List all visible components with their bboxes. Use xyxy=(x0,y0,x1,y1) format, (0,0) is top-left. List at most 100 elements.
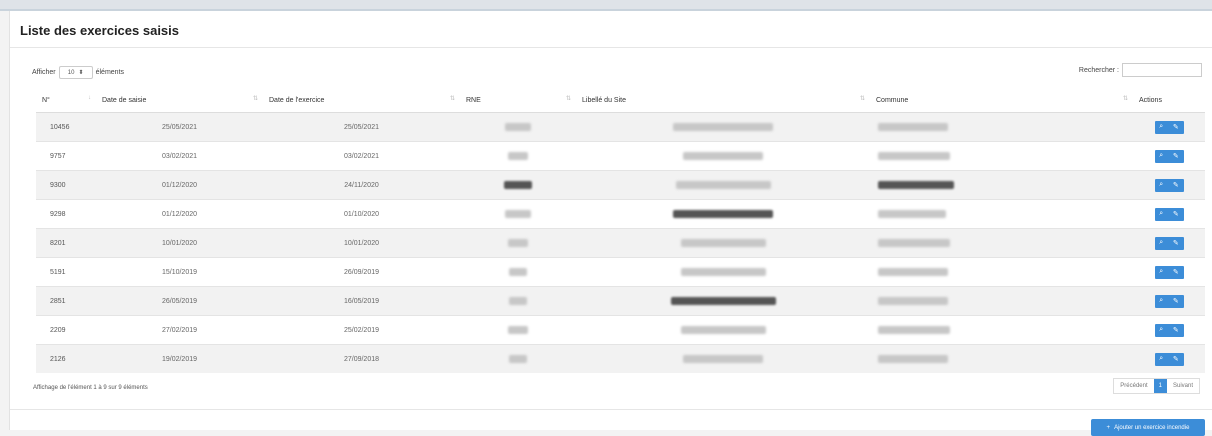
table-row: 8201 10/01/2020 10/01/2020 ⌕ ✎ xyxy=(36,228,1205,258)
cell-commune-redacted xyxy=(870,286,1133,316)
cell-site-redacted xyxy=(576,315,870,345)
cell-date-saisie: 26/05/2019 xyxy=(96,286,263,316)
edit-icon[interactable]: ✎ xyxy=(1173,239,1179,247)
add-exercise-button[interactable]: + Ajouter un exercice incendie xyxy=(1091,419,1205,436)
cell-actions: ⌕ ✎ xyxy=(1133,112,1205,142)
table-row: 10456 25/05/2021 25/05/2021 ⌕ ✎ xyxy=(36,112,1205,142)
search-input[interactable] xyxy=(1122,63,1202,77)
prev-page-button[interactable]: Précédent xyxy=(1114,379,1153,393)
footer-divider xyxy=(10,409,1212,410)
cell-rne-redacted xyxy=(460,228,576,258)
search-icon[interactable]: ⌕ xyxy=(1159,152,1163,160)
edit-icon[interactable]: ✎ xyxy=(1173,181,1179,189)
cell-commune-redacted xyxy=(870,170,1133,200)
cell-date-exercice: 26/09/2019 xyxy=(263,257,460,287)
cell-actions: ⌕ ✎ xyxy=(1133,315,1205,345)
cell-date-saisie: 27/02/2019 xyxy=(96,315,263,345)
table-row: 9757 03/02/2021 03/02/2021 ⌕ ✎ xyxy=(36,141,1205,171)
edit-icon[interactable]: ✎ xyxy=(1173,355,1179,363)
length-label-before: Afficher xyxy=(32,69,56,76)
col-header-date-saisie[interactable]: Date de saisie ⇅ xyxy=(96,88,263,113)
cell-actions: ⌕ ✎ xyxy=(1133,286,1205,316)
cell-rne-redacted xyxy=(460,199,576,229)
search-icon[interactable]: ⌕ xyxy=(1159,297,1163,305)
cell-date-exercice: 25/02/2019 xyxy=(263,315,460,345)
exercises-table: N° ↓ Date de saisie ⇅ Date de l'exercice ⇅ … xyxy=(36,88,1205,373)
cell-date-saisie: 25/05/2021 xyxy=(96,112,263,142)
cell-site-redacted xyxy=(576,344,870,373)
col-header-date-exercice[interactable]: Date de l'exercice ⇅ xyxy=(263,88,460,113)
cell-rne-redacted xyxy=(460,112,576,142)
cell-num: 2209 xyxy=(36,315,96,345)
cell-date-exercice: 27/09/2018 xyxy=(263,344,460,373)
cell-commune-redacted xyxy=(870,228,1133,258)
cell-num: 9300 xyxy=(36,170,96,200)
col-header-commune[interactable]: Commune ⇅ xyxy=(870,88,1133,113)
col-header-rne[interactable]: RNE ⇅ xyxy=(460,88,576,113)
page-length-value: 10 xyxy=(67,69,75,76)
edit-icon[interactable]: ✎ xyxy=(1173,326,1179,334)
sort-asc-icon: ↓ xyxy=(88,95,91,101)
cell-date-exercice: 24/11/2020 xyxy=(263,170,460,200)
cell-num: 5191 xyxy=(36,257,96,287)
search-icon[interactable]: ⌕ xyxy=(1159,355,1163,363)
page-1-button[interactable]: 1 xyxy=(1153,379,1167,393)
search-icon[interactable]: ⌕ xyxy=(1159,268,1163,276)
cell-rne-redacted xyxy=(460,170,576,200)
cell-date-exercice: 10/01/2020 xyxy=(263,228,460,258)
cell-site-redacted xyxy=(576,257,870,287)
table-info: Affichage de l'élément 1 à 9 sur 9 éléme… xyxy=(33,385,148,391)
sort-icon: ⇅ xyxy=(1122,96,1128,102)
cell-date-exercice: 01/10/2020 xyxy=(263,199,460,229)
edit-icon[interactable]: ✎ xyxy=(1173,297,1179,305)
cell-site-redacted xyxy=(576,141,870,171)
cell-commune-redacted xyxy=(870,112,1133,142)
search-icon[interactable]: ⌕ xyxy=(1159,239,1163,247)
cell-date-saisie: 01/12/2020 xyxy=(96,199,263,229)
col-header-num[interactable]: N° ↓ xyxy=(36,88,96,113)
search-icon[interactable]: ⌕ xyxy=(1159,210,1163,218)
page-length-select[interactable]: 10 ⬍ xyxy=(58,66,93,79)
col-header-actions: Actions xyxy=(1133,88,1205,113)
cell-num: 9298 xyxy=(36,199,96,229)
length-label-after: éléments xyxy=(95,69,125,76)
table-row: 2851 26/05/2019 16/05/2019 ⌕ ✎ xyxy=(36,286,1205,316)
cell-date-exercice: 16/05/2019 xyxy=(263,286,460,316)
table-header-row: N° ↓ Date de saisie ⇅ Date de l'exercice ⇅ … xyxy=(36,88,1205,113)
search-icon[interactable]: ⌕ xyxy=(1159,123,1163,131)
search-icon[interactable]: ⌕ xyxy=(1159,326,1163,334)
pagination: Précédent 1 Suivant xyxy=(1113,378,1200,394)
search-icon[interactable]: ⌕ xyxy=(1159,181,1163,189)
col-header-libelle-site[interactable]: Libellé du Site ⇅ xyxy=(576,88,870,113)
edit-icon[interactable]: ✎ xyxy=(1173,152,1179,160)
panel-title: Liste des exercices saisis xyxy=(20,23,180,38)
cell-rne-redacted xyxy=(460,286,576,316)
table-row: 5191 15/10/2019 26/09/2019 ⌕ ✎ xyxy=(36,257,1205,287)
sort-icon: ⇅ xyxy=(859,96,865,102)
cell-num: 2851 xyxy=(36,286,96,316)
table-row: 9298 01/12/2020 01/10/2020 ⌕ ✎ xyxy=(36,199,1205,229)
cell-site-redacted xyxy=(576,199,870,229)
edit-icon[interactable]: ✎ xyxy=(1173,123,1179,131)
next-page-button[interactable]: Suivant xyxy=(1167,379,1199,393)
search-control: Rechercher : xyxy=(1079,63,1202,77)
cell-rne-redacted xyxy=(460,344,576,373)
cell-site-redacted xyxy=(576,112,870,142)
cell-commune-redacted xyxy=(870,141,1133,171)
cell-num: 2126 xyxy=(36,344,96,373)
cell-actions: ⌕ ✎ xyxy=(1133,228,1205,258)
table-row: 9300 01/12/2020 24/11/2020 ⌕ ✎ xyxy=(36,170,1205,200)
edit-icon[interactable]: ✎ xyxy=(1173,210,1179,218)
cell-date-saisie: 01/12/2020 xyxy=(96,170,263,200)
cell-actions: ⌕ ✎ xyxy=(1133,141,1205,171)
cell-rne-redacted xyxy=(460,315,576,345)
cell-date-saisie: 15/10/2019 xyxy=(96,257,263,287)
cell-date-exercice: 03/02/2021 xyxy=(263,141,460,171)
table-body: 10456 25/05/2021 25/05/2021 ⌕ ✎ 9757 03/0… xyxy=(36,112,1205,373)
edit-icon[interactable]: ✎ xyxy=(1173,268,1179,276)
table-row: 2126 19/02/2019 27/09/2018 ⌕ ✎ xyxy=(36,344,1205,373)
cell-date-saisie: 03/02/2021 xyxy=(96,141,263,171)
cell-actions: ⌕ ✎ xyxy=(1133,170,1205,200)
cell-num: 8201 xyxy=(36,228,96,258)
cell-rne-redacted xyxy=(460,141,576,171)
